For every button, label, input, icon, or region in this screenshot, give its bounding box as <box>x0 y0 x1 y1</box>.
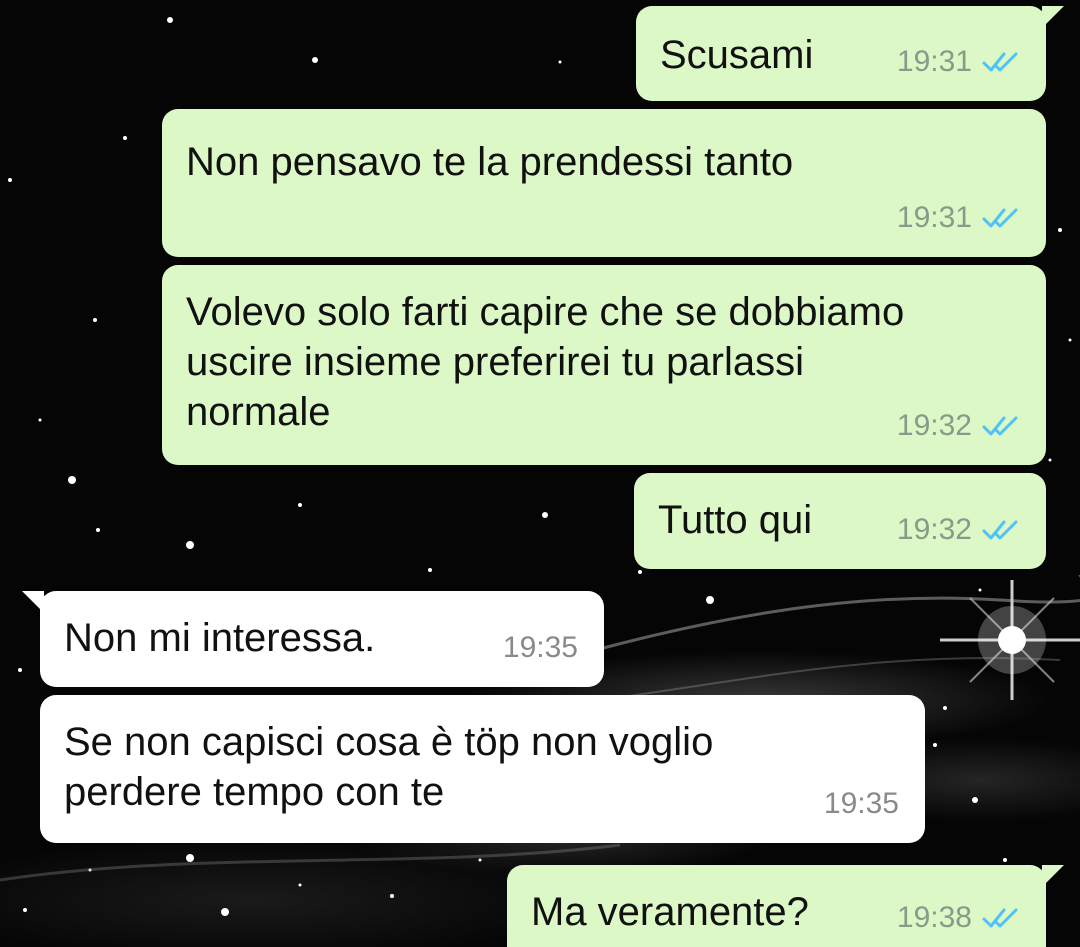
double-check-icon <box>982 51 1020 73</box>
message-bubble-outgoing[interactable]: Ma veramente? 19:38 <box>507 865 1064 947</box>
message-text: Tutto qui <box>658 498 813 542</box>
message-time: 19:35 <box>823 787 899 820</box>
message-text: Volevo solo farti capire che se dobbiamo… <box>186 290 905 434</box>
bubble-tail <box>1042 865 1064 887</box>
message-time: 19:31 <box>896 45 972 78</box>
message-bubble-outgoing[interactable]: Volevo solo farti capire che se dobbiamo… <box>162 265 1046 465</box>
double-check-icon <box>982 415 1020 437</box>
message-time: 19:35 <box>502 631 578 664</box>
double-check-icon <box>982 519 1020 541</box>
bubble-tail <box>1042 6 1064 28</box>
message-meta: 19:31 <box>897 37 1020 87</box>
double-check-icon <box>982 207 1020 229</box>
message-meta: 19:35 <box>824 779 899 829</box>
bubble-tail <box>22 591 44 613</box>
message-text: Non mi interessa. <box>64 616 376 660</box>
message-bubble-incoming[interactable]: Non mi interessa. 19:35 <box>22 591 604 687</box>
message-time: 19:38 <box>896 901 972 934</box>
message-bubble-outgoing[interactable]: Tutto qui 19:32 <box>634 473 1046 569</box>
double-check-icon <box>982 907 1020 929</box>
message-meta: 19:38 <box>897 893 1020 943</box>
message-meta: 19:31 <box>897 193 1020 243</box>
message-meta: 19:35 <box>503 623 578 673</box>
message-bubble-incoming[interactable]: Se non capisci cosa è töp non voglio per… <box>40 695 925 843</box>
message-meta: 19:32 <box>897 505 1020 555</box>
message-bubble-outgoing[interactable]: Non pensavo te la prendessi tanto 19:31 <box>162 109 1046 257</box>
message-text: Ma veramente? <box>531 890 809 934</box>
message-time: 19:32 <box>896 409 972 442</box>
message-bubble-outgoing[interactable]: Scusami 19:31 <box>636 6 1064 101</box>
message-text: Non pensavo te la prendessi tanto <box>186 140 794 184</box>
message-text: Se non capisci cosa è töp non voglio per… <box>64 720 714 814</box>
message-text: Scusami <box>660 33 814 77</box>
message-time: 19:31 <box>896 201 972 234</box>
message-meta: 19:32 <box>897 401 1020 451</box>
message-time: 19:32 <box>896 513 972 546</box>
